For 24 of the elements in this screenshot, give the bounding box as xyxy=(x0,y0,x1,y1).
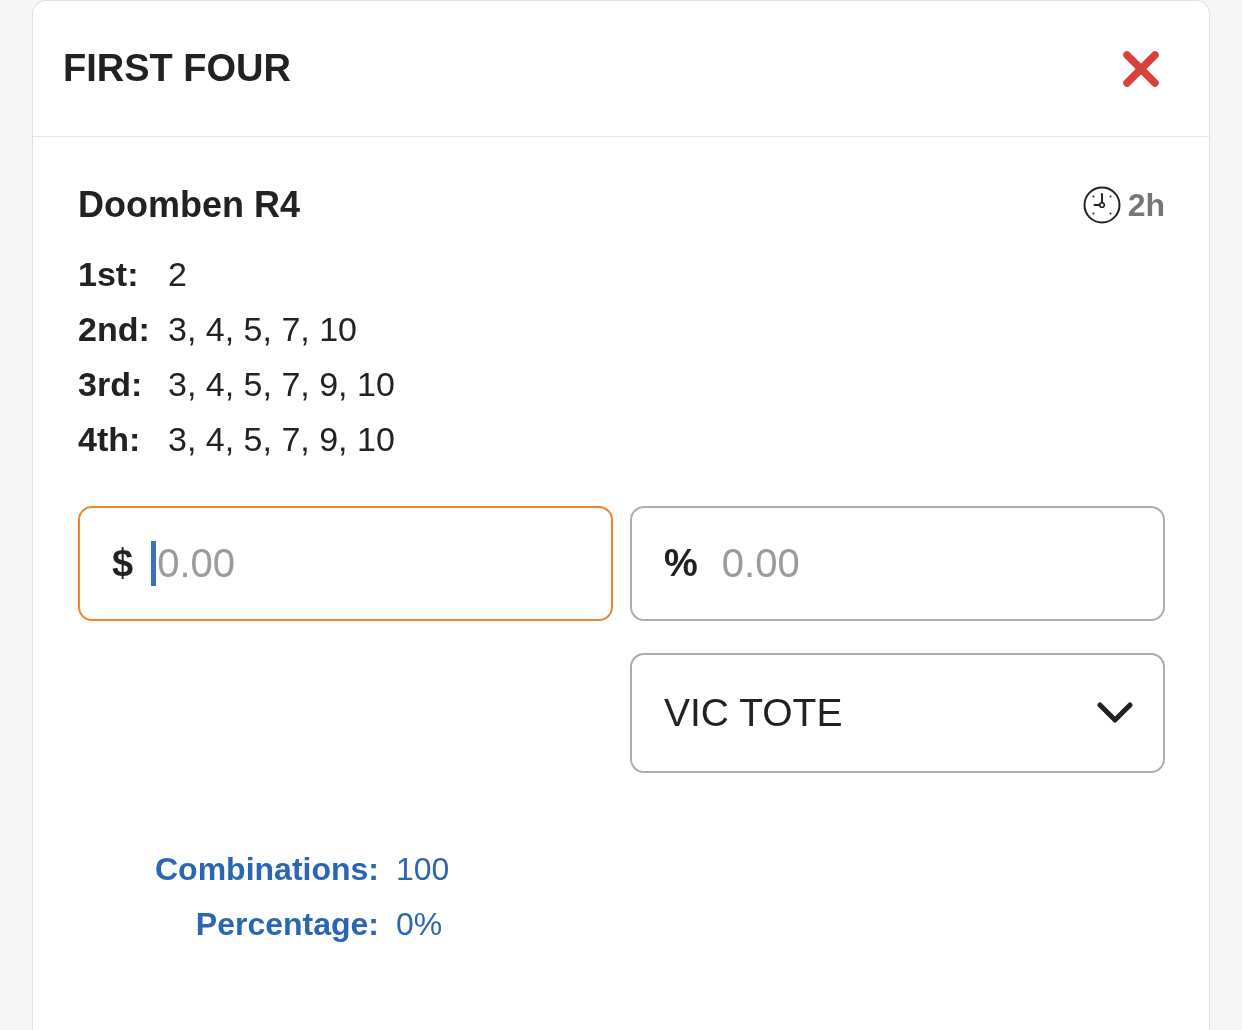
stake-input[interactable]: 0.00 xyxy=(157,538,591,589)
dialog-title: FIRST FOUR xyxy=(63,47,291,90)
position-label: 2nd: xyxy=(78,309,151,350)
race-name: Doomben R4 xyxy=(78,184,300,226)
clock-icon xyxy=(1082,186,1121,224)
text-cursor-icon xyxy=(151,541,157,586)
position-label: 4th: xyxy=(78,419,142,460)
close-icon[interactable] xyxy=(1122,49,1160,88)
stake-field[interactable]: $ 0.00 xyxy=(78,506,613,621)
tote-select[interactable]: VIC TOTE xyxy=(630,653,1165,773)
runner-numbers: 3, 4, 5, 7, 9, 10 xyxy=(168,419,395,460)
summary-value: 100 xyxy=(396,850,450,889)
position-label: 3rd: xyxy=(78,364,144,405)
runner-numbers: 2 xyxy=(168,254,188,295)
runner-numbers: 3, 4, 5, 7, 9, 10 xyxy=(168,364,395,405)
chevron-down-icon xyxy=(1097,702,1133,724)
percentage-field[interactable]: % 0.00 xyxy=(630,506,1165,621)
summary-label: Percentage: xyxy=(194,905,379,944)
runner-numbers: 3, 4, 5, 7, 10 xyxy=(168,309,359,350)
summary-value: 0% xyxy=(396,905,444,944)
time-to-start: 2h xyxy=(1127,186,1165,224)
summary-label: Combinations: xyxy=(155,850,379,889)
position-label: 1st: xyxy=(78,254,140,295)
percentage-input[interactable]: 0.00 xyxy=(715,538,1143,589)
